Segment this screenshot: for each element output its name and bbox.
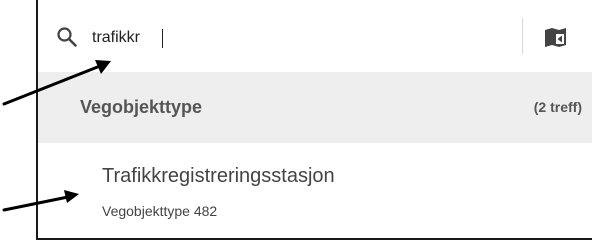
result-title: Trafikkregistreringsstasjon — [102, 165, 335, 187]
screenshot-stage: Vegobjekttype (2 treff) Trafikkregistrer… — [0, 0, 594, 242]
result-subtitle: Vegobjekttype 482 — [102, 203, 218, 219]
section-header-vegobjekttype: Vegobjekttype (2 treff) — [38, 72, 592, 143]
search-icon — [57, 27, 77, 47]
search-bar — [38, 0, 592, 72]
search-input[interactable] — [92, 26, 512, 50]
section-title: Vegobjekttype — [80, 97, 203, 117]
search-panel: Vegobjekttype (2 treff) Trafikkregistrer… — [36, 0, 592, 240]
toolbar-divider — [522, 18, 523, 54]
result-list-item[interactable]: Trafikkregistreringsstasjon Vegobjekttyp… — [38, 143, 592, 238]
result-count-badge: (2 treff) — [533, 99, 582, 115]
map-icon[interactable] — [538, 20, 574, 54]
text-cursor — [162, 29, 163, 48]
